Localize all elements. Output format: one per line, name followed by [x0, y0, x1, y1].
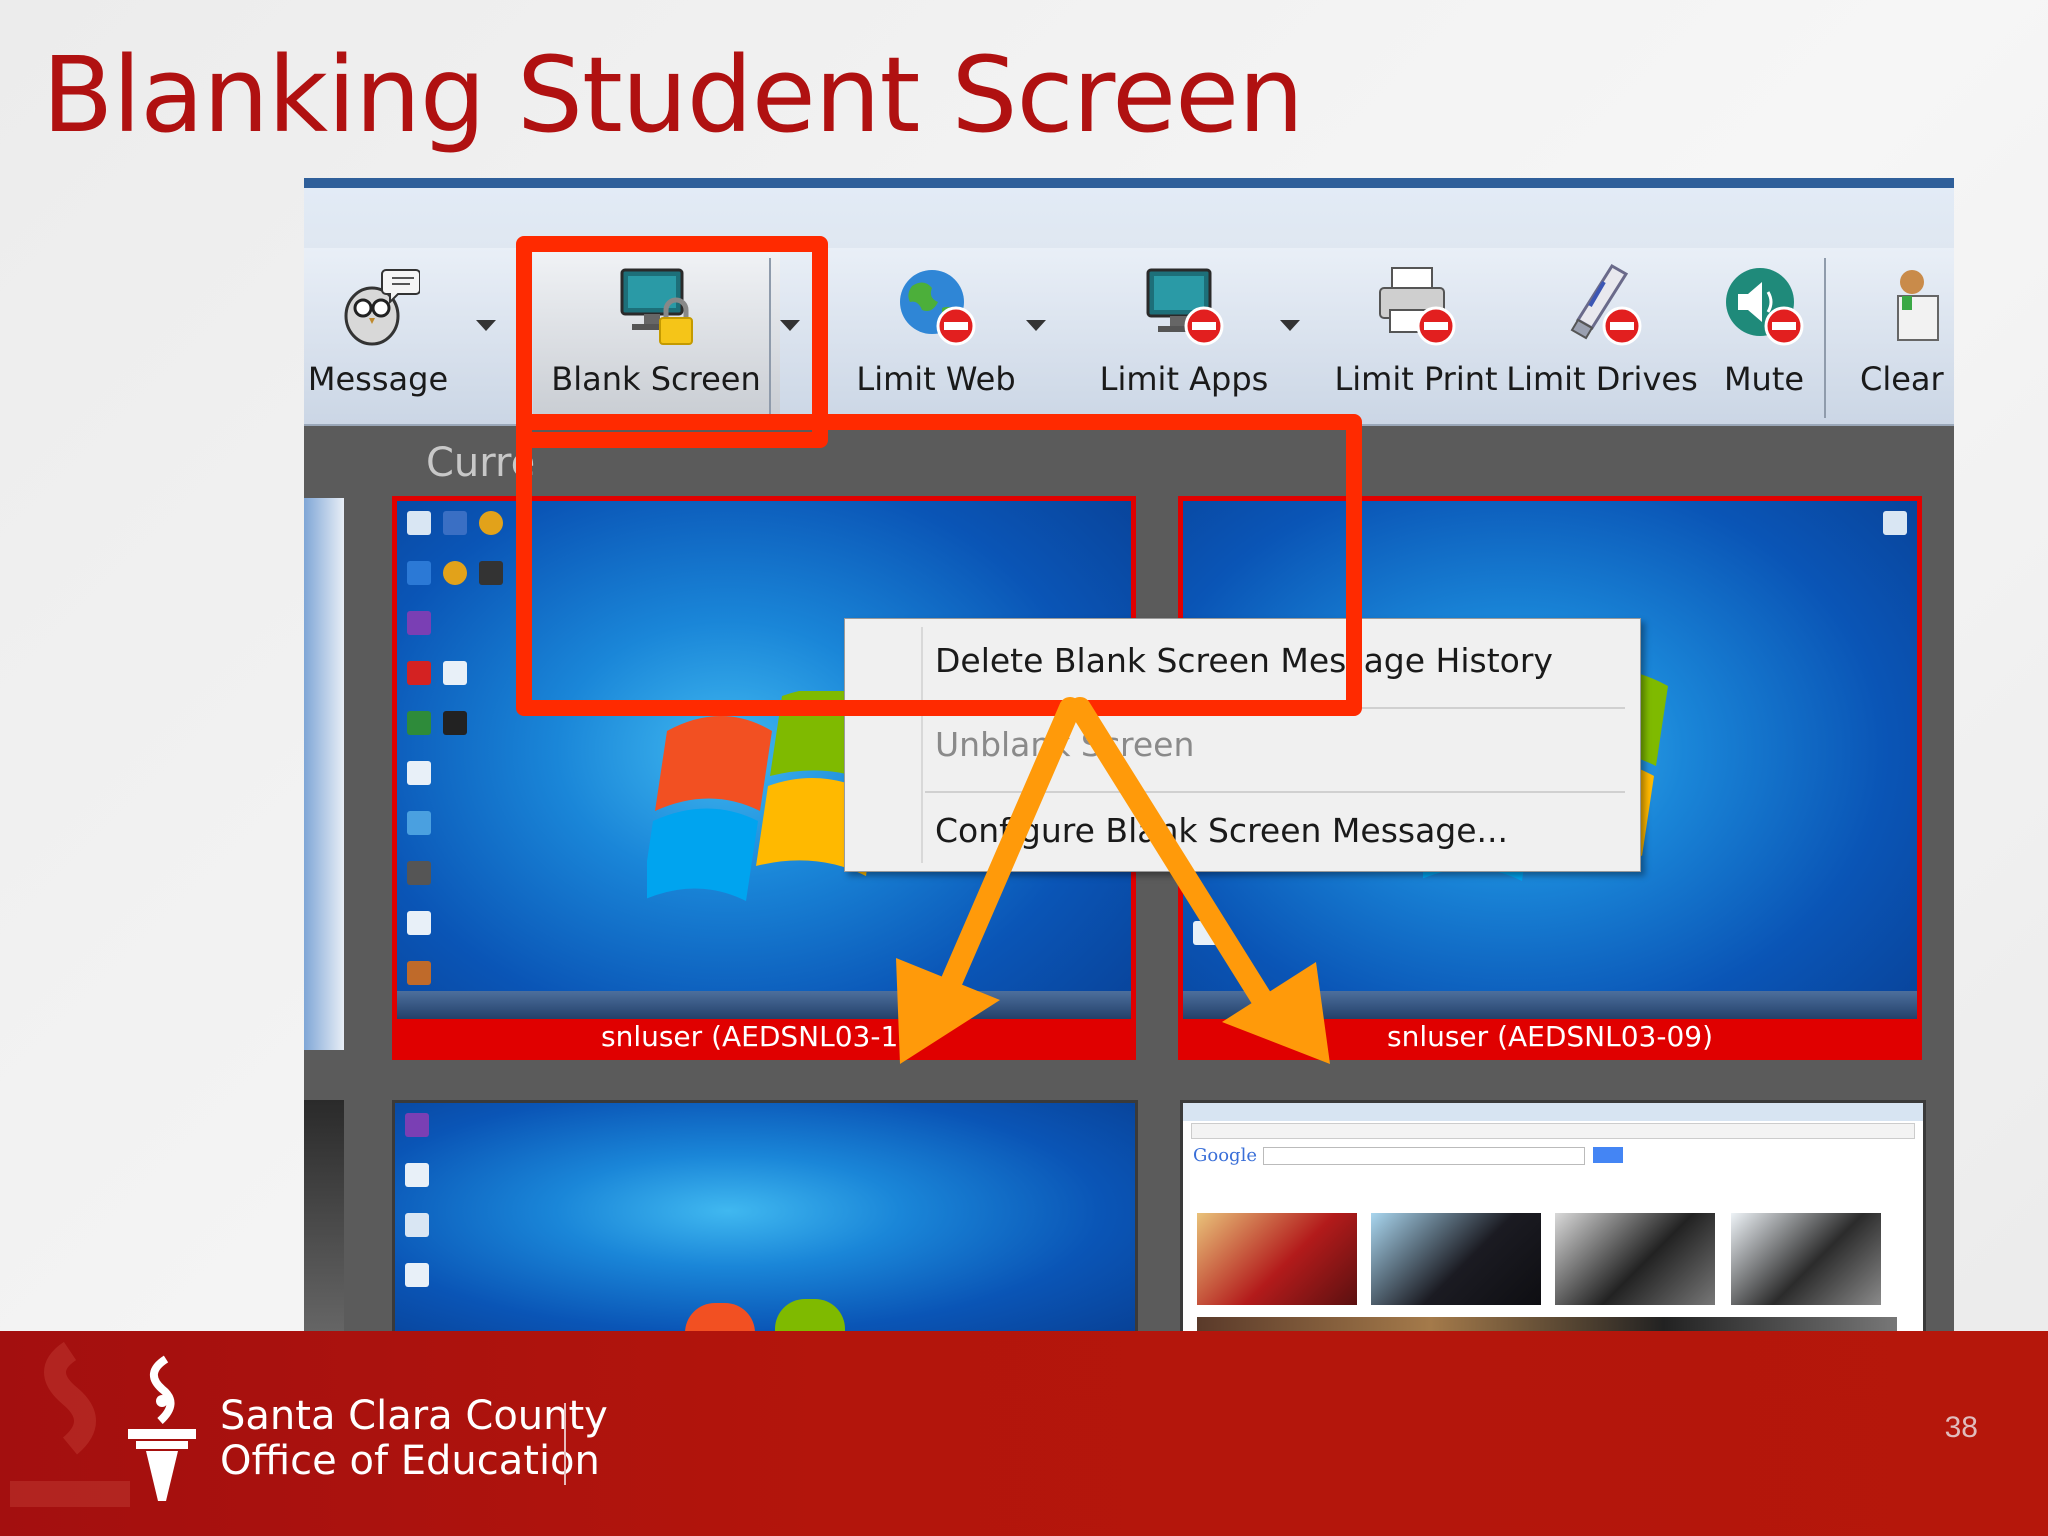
- torch-logo-icon: [128, 1355, 196, 1501]
- org-line-2: Office of Education: [220, 1438, 600, 1484]
- annotation-arrows: [896, 697, 1330, 1064]
- arrow-left-shaft: [929, 697, 1081, 1019]
- slide-footer: Santa Clara County Office of Education 3…: [0, 1331, 2048, 1536]
- watermark-torch-icon: [10, 1341, 130, 1507]
- footer-divider: [564, 1403, 566, 1485]
- organization-name: Santa Clara County Office of Education: [220, 1394, 608, 1484]
- org-line-1: Santa Clara County: [220, 1393, 608, 1439]
- page-number: 38: [1944, 1411, 1978, 1444]
- arrow-right-shaft: [1069, 697, 1281, 1023]
